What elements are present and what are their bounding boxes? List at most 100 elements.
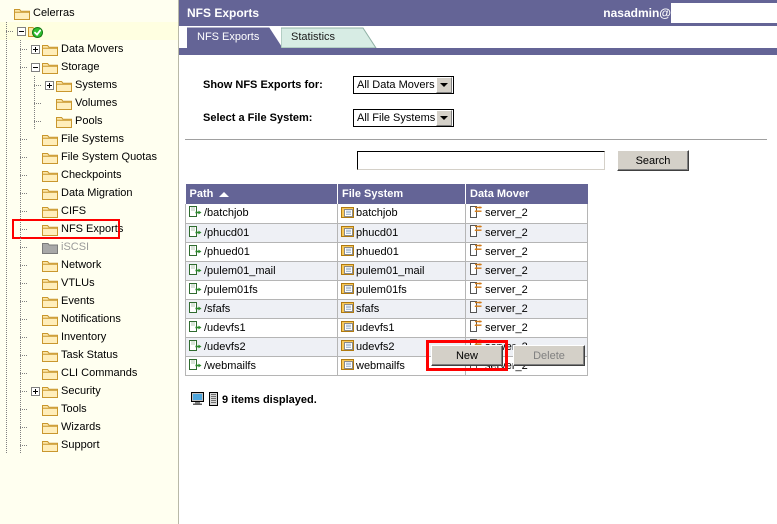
tree-item-wizards[interactable]: Wizards — [0, 418, 178, 436]
cell-data-mover: server_2 — [465, 242, 588, 262]
cell-file-system: phued01 — [337, 242, 466, 262]
tab-strip[interactable]: NFS Exports Statistics — [179, 26, 777, 48]
tree-item-file-system-quotas[interactable]: File System Quotas — [0, 148, 178, 166]
tree-item-task-status[interactable]: Task Status — [0, 346, 178, 364]
tree-item-label: Events — [61, 295, 95, 307]
monitor-icon — [191, 392, 205, 408]
cell-path-text: /pulem01_mail — [204, 264, 276, 277]
tree-item-celerras[interactable]: Celerras — [0, 4, 178, 22]
tree-item-file-systems[interactable]: File Systems — [0, 130, 178, 148]
tree-connector — [14, 346, 28, 364]
folder-icon — [42, 367, 58, 380]
cell-file-system: sfafs — [337, 299, 466, 319]
table-row[interactable]: /phucd01 phucd01 server_2 — [185, 223, 588, 243]
collapse-icon[interactable] — [28, 58, 42, 76]
search-bar: Search — [179, 140, 777, 171]
tree-item-checkpoints[interactable]: Checkpoints — [0, 166, 178, 184]
cell-data-mover-text: server_2 — [485, 207, 528, 220]
tree-item-events[interactable]: Events — [0, 292, 178, 310]
tree-connector — [14, 418, 28, 436]
collapse-icon[interactable] — [14, 22, 28, 40]
file-system-icon — [341, 339, 354, 354]
data-mover-icon — [469, 320, 483, 335]
cell-path-text: /phued01 — [204, 245, 250, 258]
expand-icon[interactable] — [28, 40, 42, 58]
cell-file-system-text: udevfs1 — [356, 321, 395, 334]
cell-path-text: /webmailfs — [204, 359, 256, 372]
export-icon — [189, 244, 202, 259]
expand-icon[interactable] — [28, 382, 42, 400]
file-system-select[interactable]: All File Systems — [353, 109, 454, 127]
tree-guide — [0, 400, 14, 418]
tree-item-data-movers[interactable]: Data Movers — [0, 40, 178, 58]
search-button[interactable]: Search — [617, 150, 689, 171]
table-row[interactable]: /pulem01fs pulem01fs server_2 — [185, 280, 588, 300]
tree-item-systems[interactable]: Systems — [0, 76, 178, 94]
tree-guide — [14, 94, 28, 112]
column-header-path[interactable]: Path — [185, 184, 338, 204]
tree-connector — [14, 274, 28, 292]
tree-guide — [0, 256, 14, 274]
tab-nfs-exports[interactable]: NFS Exports — [187, 27, 283, 48]
tree-item-root-system[interactable] — [0, 22, 178, 40]
cell-path: /batchjob — [185, 204, 338, 224]
table-row[interactable]: /batchjob batchjob server_2 — [185, 204, 588, 224]
column-header-data-mover[interactable]: Data Mover — [465, 184, 588, 204]
cell-path-text: /phucd01 — [204, 226, 250, 239]
column-header-file-system[interactable]: File System — [337, 184, 466, 204]
tree-item-network[interactable]: Network — [0, 256, 178, 274]
tree-item-vtlus[interactable]: VTLUs — [0, 274, 178, 292]
tree-item-iscsi[interactable]: iSCSI — [0, 238, 178, 256]
tree-item-label: Data Migration — [61, 187, 133, 199]
cell-path: /udevfs2 — [185, 337, 338, 357]
table-row[interactable]: /udevfs1 udevfs1 server_2 — [185, 318, 588, 338]
chevron-down-icon[interactable] — [436, 77, 452, 93]
table-row[interactable]: /sfafs sfafs server_2 — [185, 299, 588, 319]
tree-item-security[interactable]: Security — [0, 382, 178, 400]
table-row[interactable]: /phued01 phued01 server_2 — [185, 242, 588, 262]
navigation-tree[interactable]: Celerras Data Movers Storage Systems Volumes… — [0, 0, 179, 524]
tree-item-support[interactable]: Support — [0, 436, 178, 454]
tree-connector — [14, 220, 28, 238]
data-mover-select[interactable]: All Data Movers — [353, 76, 454, 94]
tree-connector — [28, 76, 42, 94]
tree-item-data-migration[interactable]: Data Migration — [0, 184, 178, 202]
tree-guide — [0, 238, 14, 256]
tree-item-cli-commands[interactable]: CLI Commands — [0, 364, 178, 382]
cell-path: /sfafs — [185, 299, 338, 319]
cell-file-system: pulem01fs — [337, 280, 466, 300]
tree-guide — [0, 40, 14, 58]
table-row[interactable]: /pulem01_mail pulem01_mail server_2 — [185, 261, 588, 281]
tree-item-label: Storage — [61, 61, 100, 73]
tab-statistics[interactable]: Statistics — [281, 27, 377, 48]
tree-item-storage[interactable]: Storage — [0, 58, 178, 76]
delete-button[interactable]: Delete — [513, 345, 585, 366]
tree-item-label: Task Status — [61, 349, 118, 361]
cell-file-system-text: sfafs — [356, 302, 380, 315]
tree-item-label: Inventory — [61, 331, 107, 343]
tree-item-label: Pools — [75, 115, 103, 127]
filter-label-data-mover: Show NFS Exports for: — [203, 79, 323, 91]
search-input[interactable] — [357, 151, 605, 170]
cell-file-system-text: pulem01_mail — [356, 264, 425, 277]
tree-guide — [0, 436, 14, 454]
new-button[interactable]: New — [431, 345, 503, 366]
tree-item-nfs-exports[interactable]: NFS Exports — [0, 219, 178, 239]
status-text: 9 items displayed. — [222, 394, 317, 406]
file-system-select-value: All File Systems — [357, 112, 436, 124]
tree-item-volumes[interactable]: Volumes — [0, 94, 178, 112]
tree-item-cifs[interactable]: CIFS — [0, 202, 178, 220]
data-mover-icon — [469, 205, 483, 221]
tree-item-tools[interactable]: Tools — [0, 400, 178, 418]
tree-guide — [0, 328, 14, 346]
tree-item-inventory[interactable]: Inventory — [0, 328, 178, 346]
chevron-down-icon[interactable] — [436, 110, 452, 126]
tree-item-pools[interactable]: Pools — [0, 112, 178, 130]
cell-path-text: /pulem01fs — [204, 283, 258, 296]
tree-item-notifications[interactable]: Notifications — [0, 310, 178, 328]
expand-icon[interactable] — [42, 76, 56, 94]
